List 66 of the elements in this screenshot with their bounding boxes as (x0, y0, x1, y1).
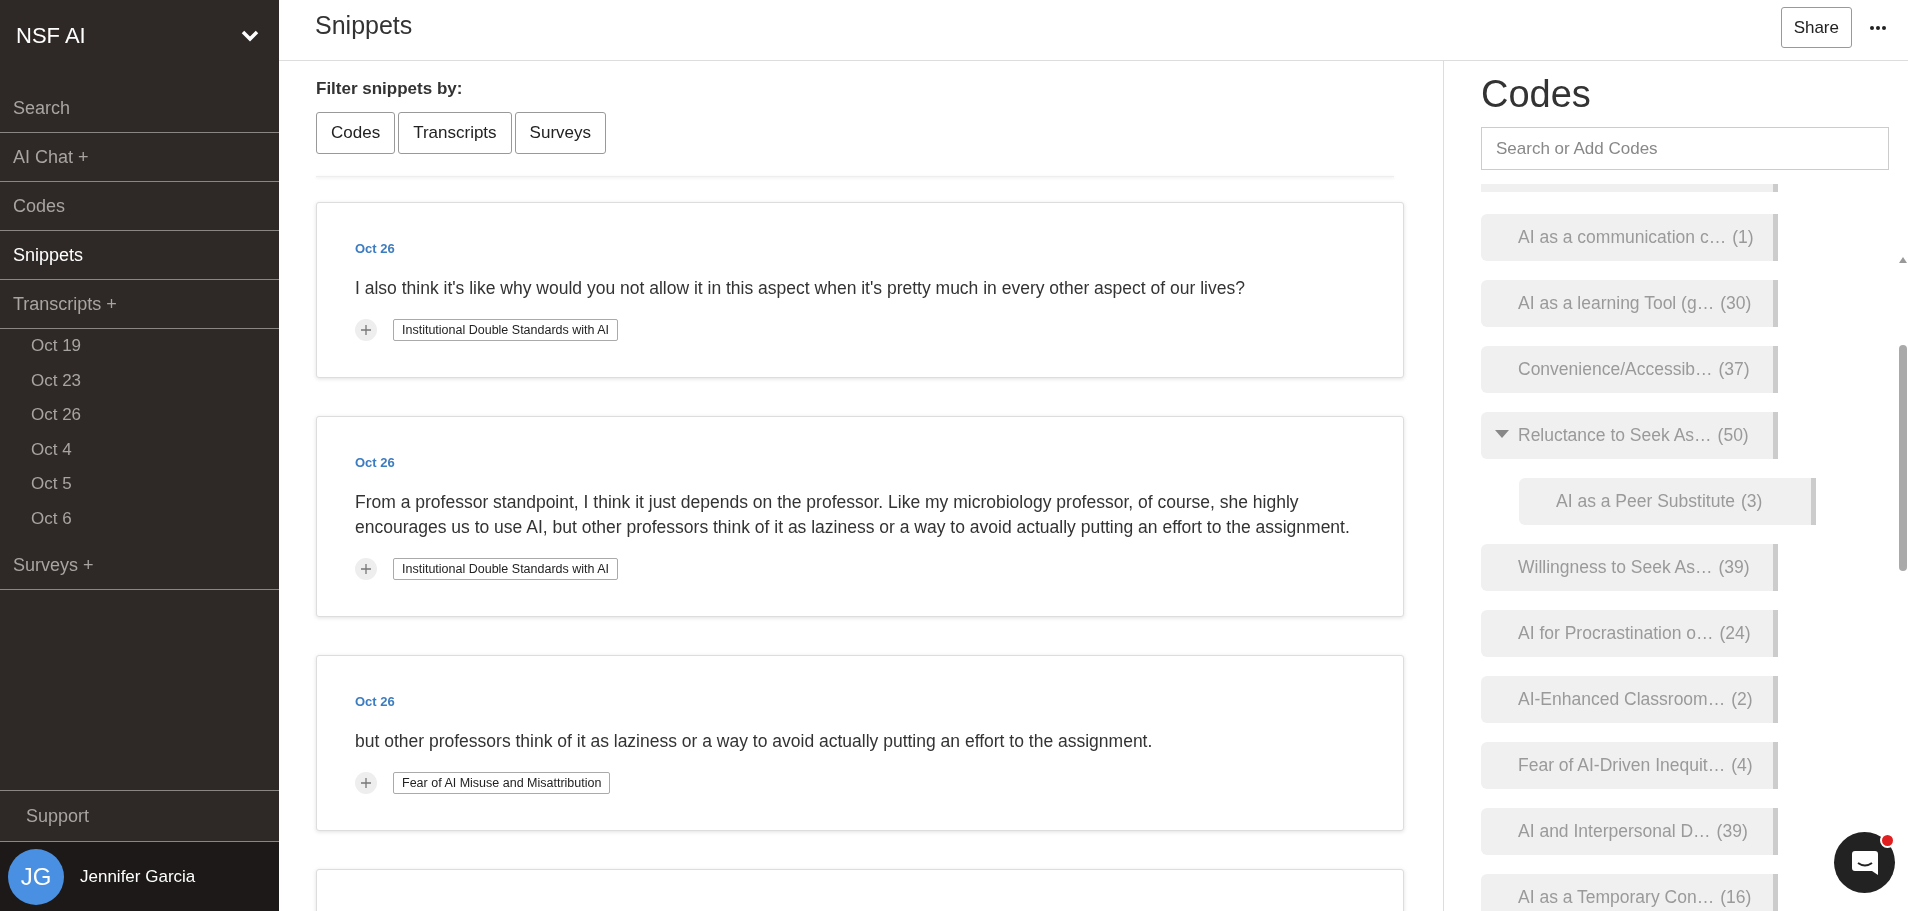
code-count: (37) (1718, 359, 1750, 380)
code-label: Willingness to Seek As… (1518, 557, 1713, 578)
transcript-item[interactable]: Oct 6 (0, 501, 279, 537)
code-label: AI as a communication c… (1518, 227, 1727, 248)
plus-icon (360, 777, 372, 789)
nav-item[interactable]: Transcripts + (0, 280, 279, 329)
code-label: Convenience/Accessib… (1518, 359, 1713, 380)
nav-item[interactable]: Snippets (0, 231, 279, 280)
add-code-button[interactable] (355, 319, 377, 341)
share-button[interactable]: Share (1780, 7, 1852, 48)
code-tag[interactable]: Institutional Double Standards with AI (393, 558, 619, 580)
transcript-item[interactable]: Oct 4 (0, 432, 279, 468)
filter-button[interactable]: Transcripts (398, 112, 512, 154)
chat-icon (1850, 849, 1879, 876)
workspace-name: NSF AI (16, 23, 86, 49)
plus-icon (360, 563, 372, 575)
filter-label: Filter snippets by: (316, 79, 464, 99)
snippet-text: I also think it's like why would you not allow it in this aspect when it's pretty much in every other aspect of our lives? (355, 277, 1246, 300)
code-label: Reluctance to Seek As… (1518, 425, 1712, 446)
code-count: (16) (1720, 887, 1752, 908)
code-count: (50) (1717, 425, 1749, 446)
chat-button[interactable] (1834, 832, 1895, 893)
code-count: (24) (1719, 623, 1751, 644)
code-count: (4) (1731, 755, 1753, 776)
caret-icon[interactable] (1495, 430, 1509, 439)
filter-button[interactable]: Codes (316, 112, 396, 154)
notification-dot (1880, 833, 1895, 848)
code-label: AI for Procrastination o… (1518, 623, 1714, 644)
snippet-text: but other professors think of it as laziness or a way to avoid actually putting an effort to the assignment. (355, 730, 1154, 753)
code-label: Fear of AI-Driven Inequit… (1518, 755, 1726, 776)
nav-item[interactable]: Codes (0, 182, 279, 231)
add-code-button[interactable] (355, 558, 377, 580)
more-icon[interactable] (1870, 25, 1886, 30)
snippet-text: From a professor standpoint, I think it just depends on the professor. Like my microbiology professor, of course, she highly encourages us to use AI, but other professors think of it as laziness or a way to avoid actually putting an effort to the assignment. (355, 491, 1351, 539)
code-label: AI and Interpersonal D… (1518, 821, 1711, 842)
snippet-date: Oct 26 (355, 694, 396, 709)
user-avatar[interactable]: JG (8, 848, 64, 905)
chevron-down-icon[interactable] (241, 30, 259, 42)
code-tag[interactable]: Institutional Double Standards with AI (393, 319, 619, 341)
transcript-item[interactable]: Oct 26 (0, 398, 279, 433)
transcript-item[interactable]: Oct 5 (0, 467, 279, 502)
transcript-item[interactable]: Oct 19 (0, 329, 279, 364)
snippet-date: Oct 26 (355, 241, 396, 256)
plus-icon (360, 324, 372, 336)
page-title: Snippets (315, 11, 413, 40)
nav-item[interactable]: AI Chat + (0, 133, 279, 182)
code-count: (30) (1720, 293, 1752, 314)
codes-title: Codes (1481, 73, 1592, 116)
transcript-item[interactable]: Oct 23 (0, 363, 279, 399)
code-count: (1) (1732, 227, 1754, 248)
nav-item[interactable]: Search (0, 84, 279, 133)
code-label: AI-Enhanced Classroom… (1518, 689, 1726, 710)
code-count: (39) (1718, 557, 1750, 578)
code-count: (3) (1741, 491, 1763, 512)
code-label: AI as a Peer Substitute (1556, 491, 1735, 512)
code-count: (2) (1731, 689, 1753, 710)
code-count: (39) (1716, 821, 1748, 842)
nav-item[interactable]: Surveys + (0, 540, 279, 590)
add-code-button[interactable] (355, 772, 377, 794)
filter-button[interactable]: Surveys (514, 112, 606, 154)
code-tag[interactable]: Fear of AI Misuse and Misattribution (393, 772, 611, 794)
user-name: Jennifer Garcia (80, 866, 196, 887)
search-field[interactable]: Search or Add Codes (1481, 127, 1889, 170)
snippet-date: Oct 26 (355, 455, 396, 470)
code-label: AI as a Temporary Con… (1518, 887, 1715, 908)
code-label: AI as a learning Tool (g… (1518, 293, 1715, 314)
